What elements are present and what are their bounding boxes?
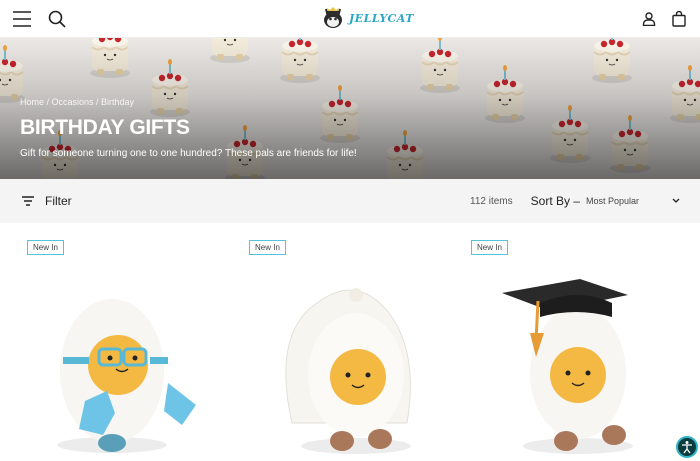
new-in-badge: New In: [249, 240, 286, 255]
hero-banner: Home / Occasions / Birthday BIRTHDAY GIF…: [0, 38, 700, 179]
bride-egg-plush-image: [285, 288, 411, 454]
item-count: 112 items: [470, 195, 513, 207]
new-in-badge: New In: [471, 240, 508, 255]
site-header: JELLYCAT: [0, 0, 700, 38]
product-card[interactable]: New In: [444, 223, 666, 461]
sort-value: Most Popular: [586, 196, 640, 206]
header-left: [12, 10, 66, 28]
toolbar-right: 112 items Sort By – Most Popular: [470, 194, 680, 208]
sort-select[interactable]: Most Popular: [586, 196, 680, 206]
page-title: BIRTHDAY GIFTS: [20, 116, 190, 139]
product-card[interactable]: New In: [222, 223, 444, 461]
menu-icon[interactable]: [12, 10, 32, 28]
jellycat-logo[interactable]: JELLYCAT: [321, 5, 414, 31]
filter-button[interactable]: Filter: [22, 194, 72, 208]
product-card[interactable]: New In: [0, 223, 222, 461]
product-grid: New In New In New In: [0, 223, 700, 461]
chevron-down-icon: [672, 198, 680, 203]
listing-toolbar: Filter 112 items Sort By – Most Popular: [0, 179, 700, 223]
new-in-badge: New In: [27, 240, 64, 255]
search-icon[interactable]: [48, 10, 66, 28]
sort-label: Sort By –: [530, 194, 580, 208]
accessibility-icon[interactable]: [676, 436, 698, 458]
account-icon[interactable]: [642, 11, 656, 26]
filter-icon: [22, 196, 34, 206]
cat-logo-icon: [324, 7, 342, 28]
graduate-egg-plush-image: [502, 279, 633, 454]
bag-icon[interactable]: [672, 10, 686, 27]
page-subtitle: Gift for someone turning one to one hund…: [20, 148, 357, 159]
filter-label: Filter: [45, 194, 72, 208]
breadcrumb[interactable]: Home / Occasions / Birthday: [20, 97, 134, 107]
logo-text: JELLYCAT: [349, 11, 414, 25]
header-right: [642, 10, 686, 27]
swimmer-egg-plush-image: [57, 299, 196, 453]
